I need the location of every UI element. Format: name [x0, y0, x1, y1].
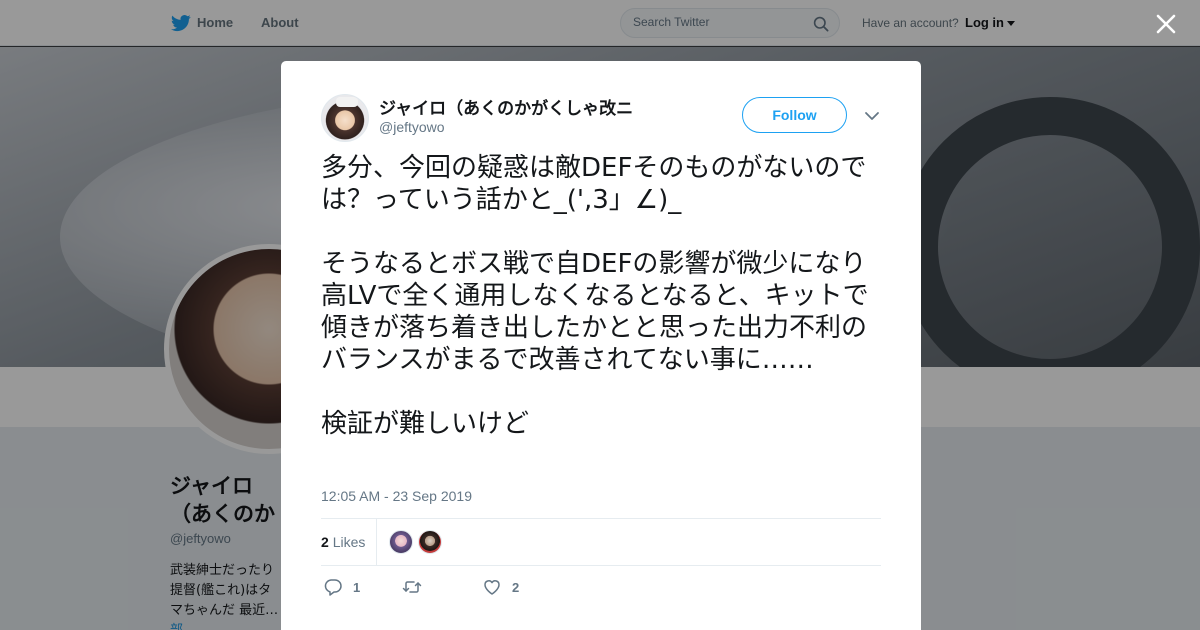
chevron-down-icon[interactable] — [863, 107, 881, 125]
likes-count-label: Likes — [332, 534, 366, 550]
heart-icon — [484, 580, 500, 595]
author-avatar[interactable] — [321, 94, 369, 142]
avatar-detail — [336, 97, 358, 107]
reply-icon — [324, 579, 342, 596]
reply-count: 1 — [353, 579, 361, 595]
author-display-name[interactable]: ジャイロ（あくのかがくしゃ改ニ — [379, 94, 633, 119]
tweet-paragraph: そうなるとボス戦で自DEFの影響が微少になり高LVで全く通用しなくなるとなると、… — [321, 249, 869, 375]
follow-button[interactable]: Follow — [742, 97, 847, 133]
tweet-timestamp[interactable]: 12:05 AM - 23 Sep 2019 — [321, 488, 472, 504]
likes-count-link[interactable]: 2 Likes — [321, 534, 365, 550]
tweet-modal: ジャイロ（あくのかがくしゃ改ニ @jeftyowo Follow 多分、今回の疑… — [281, 61, 921, 630]
liker-avatar[interactable] — [389, 530, 413, 554]
tweet-paragraph: 検証が難しいけど — [321, 409, 530, 439]
stats-divider — [376, 519, 377, 565]
like-button[interactable]: 2 — [482, 576, 519, 598]
retweet-button[interactable] — [402, 576, 432, 598]
reply-button[interactable]: 1 — [323, 576, 360, 598]
tweet-paragraph: 多分、今回の疑惑は敵DEFそのものがないのでは？っていう話かと_(',3」∠)_ — [321, 153, 867, 215]
close-icon[interactable] — [1152, 10, 1180, 38]
likes-count-number: 2 — [321, 534, 329, 550]
tweet-text: 多分、今回の疑惑は敵DEFそのものがないのでは？っていう話かと_(',3」∠)_… — [321, 152, 886, 440]
retweet-icon — [402, 581, 422, 593]
liker-avatar[interactable] — [418, 530, 442, 554]
tweet-stats: 2 Likes — [321, 518, 881, 566]
like-count: 2 — [512, 579, 520, 595]
author-handle[interactable]: @jeftyowo — [379, 119, 445, 135]
tweet-actions: 1 2 — [321, 576, 881, 598]
